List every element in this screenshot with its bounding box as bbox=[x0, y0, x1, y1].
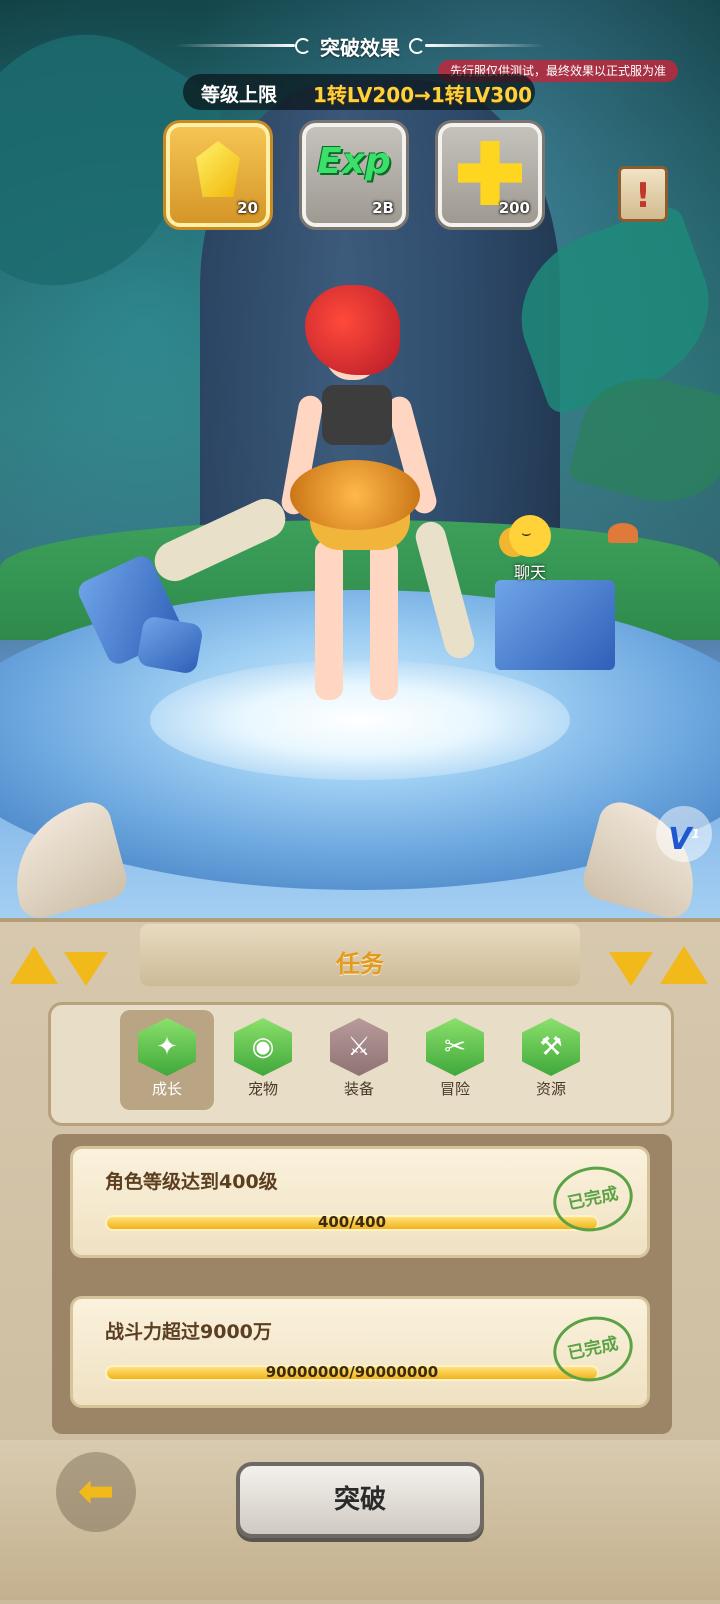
reward-count: 20 bbox=[237, 199, 258, 217]
level-cap-value: 1转LV200→1转LV300 bbox=[313, 83, 533, 107]
adventure-icon: ✂ bbox=[426, 1018, 484, 1076]
tab-growth[interactable]: ✦ 成长 bbox=[120, 1010, 214, 1110]
gold-crystal-icon: ✓ bbox=[170, 141, 266, 197]
reward-item-gold-plus[interactable]: 200 bbox=[438, 123, 542, 227]
level-cap-label: 等级上限 bbox=[201, 84, 278, 106]
level-cap-bar: 等级上限 1转LV200→1转LV300 bbox=[183, 74, 535, 110]
chat-label: 聊天 bbox=[513, 563, 546, 582]
task-title: 战斗力超过9000万 bbox=[105, 1321, 272, 1343]
character-leg bbox=[370, 540, 398, 700]
tab-equipment[interactable]: ⚔ 装备 bbox=[312, 1010, 406, 1110]
breakthrough-button[interactable]: 突破 bbox=[236, 1462, 484, 1538]
mushroom bbox=[608, 523, 638, 543]
tab-adventure[interactable]: ✂ 冒险 bbox=[408, 1010, 502, 1110]
gold-plus-icon bbox=[442, 141, 538, 205]
resource-icon: ⚒ bbox=[522, 1018, 580, 1076]
triangle-up-icon bbox=[660, 946, 708, 984]
player-character[interactable] bbox=[270, 285, 450, 715]
character-torso bbox=[322, 385, 392, 445]
reward-item-exp[interactable]: Exp 2B bbox=[302, 123, 406, 227]
tab-pet[interactable]: ◉ 宠物 bbox=[216, 1010, 310, 1110]
pet-icon: ◉ bbox=[234, 1018, 292, 1076]
info-scroll-icon[interactable]: ! bbox=[618, 166, 668, 222]
character-leg bbox=[315, 540, 343, 700]
character-hair bbox=[305, 285, 400, 375]
breakthrough-effect-title: 突破效果 bbox=[320, 36, 400, 60]
chat-button[interactable]: 聊天 bbox=[495, 515, 565, 583]
task-progress-text: 400/400 bbox=[317, 1213, 387, 1231]
vip-badge-icon[interactable]: V1 bbox=[656, 806, 712, 862]
character-belt bbox=[290, 460, 420, 530]
growth-icon: ✦ bbox=[138, 1018, 196, 1076]
reward-count: 2B bbox=[372, 199, 394, 217]
exp-icon: Exp bbox=[317, 141, 391, 182]
chat-bubble-icon bbox=[509, 515, 551, 557]
blue-rock bbox=[495, 580, 615, 670]
task-item: 战斗力超过9000万 90000000/90000000 已完成 bbox=[70, 1296, 650, 1408]
triangle-up-icon bbox=[10, 946, 58, 984]
tab-resource[interactable]: ⚒ 资源 bbox=[504, 1010, 598, 1110]
reward-count: 200 bbox=[498, 199, 530, 217]
blue-rock bbox=[136, 615, 204, 675]
triangle-down-icon bbox=[64, 952, 108, 986]
task-item: 角色等级达到400级 400/400 已完成 bbox=[70, 1146, 650, 1258]
task-title: 角色等级达到400级 bbox=[105, 1171, 278, 1193]
reward-item-crystal[interactable]: ✓ 20 bbox=[166, 123, 270, 227]
equipment-icon: ⚔ bbox=[330, 1018, 388, 1076]
back-arrow-button[interactable]: ⬅ bbox=[56, 1452, 136, 1532]
task-progress-text: 90000000/90000000 bbox=[265, 1363, 439, 1381]
triangle-down-icon bbox=[609, 952, 653, 986]
